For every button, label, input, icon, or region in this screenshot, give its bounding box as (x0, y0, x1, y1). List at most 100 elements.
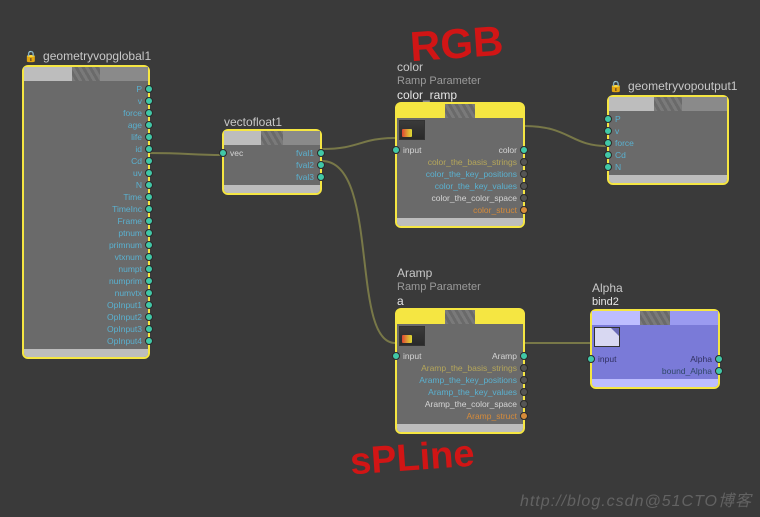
port-label: input (403, 351, 421, 361)
port-label: Aramp_struct (466, 411, 517, 421)
node-header[interactable] (397, 310, 523, 324)
port-out[interactable] (520, 400, 528, 408)
node-footer (24, 349, 148, 357)
watermark: http://blog.csdn@51CTO博客 (520, 487, 752, 511)
node-footer (609, 175, 727, 183)
node-footer (224, 185, 320, 193)
port-out[interactable] (145, 145, 153, 153)
port-out[interactable] (145, 121, 153, 129)
port-out[interactable] (520, 376, 528, 384)
port-out[interactable] (145, 85, 153, 93)
port-row: N (28, 179, 144, 191)
port-label: force (615, 138, 634, 148)
port-label: Cd (615, 150, 626, 160)
node-header[interactable] (397, 104, 523, 118)
port-out[interactable] (520, 412, 528, 420)
node-bind[interactable]: Alpha bind2 input Alpha bound_Alpha (590, 309, 720, 389)
node-vectofloat[interactable]: vectofloat1 vec fval1 fval2 fval3 (222, 129, 322, 195)
port-in[interactable] (604, 115, 612, 123)
node-aramp[interactable]: Aramp Ramp Parameter a input Aramp Aramp… (395, 308, 525, 434)
port-label: Frame (117, 216, 142, 226)
port-label: numvtx (115, 288, 142, 298)
port-label: Aramp_the_key_values (428, 387, 517, 397)
port-row: OpInput2 (28, 311, 144, 323)
port-out[interactable] (520, 206, 528, 214)
port-out[interactable] (317, 149, 325, 157)
port-out[interactable] (145, 169, 153, 177)
port-out[interactable] (145, 181, 153, 189)
port-in[interactable] (392, 352, 400, 360)
port-row: Frame (28, 215, 144, 227)
port-out[interactable] (520, 388, 528, 396)
port-out[interactable] (145, 289, 153, 297)
lock-icon: 🔒 (609, 81, 623, 93)
port-out[interactable] (520, 352, 528, 360)
node-header[interactable] (592, 311, 718, 325)
port-in[interactable] (604, 163, 612, 171)
port-row: OpInput3 (28, 323, 144, 335)
title-text: vectofloat1 (224, 115, 282, 129)
port-out[interactable] (145, 301, 153, 309)
port-out[interactable] (145, 337, 153, 345)
port-label: input (403, 145, 421, 155)
node-title: 🔒 geometryvopoutput1 (609, 79, 737, 94)
port-label: Alpha (690, 354, 712, 364)
port-out[interactable] (145, 277, 153, 285)
port-out[interactable] (145, 229, 153, 237)
port-out[interactable] (145, 241, 153, 249)
port-out[interactable] (520, 364, 528, 372)
port-row: fval2 (228, 159, 316, 171)
port-out[interactable] (520, 158, 528, 166)
node-geometryvopoutput[interactable]: 🔒 geometryvopoutput1 PvforceCdN (607, 95, 729, 185)
port-row: Aramp_the_key_positions (401, 374, 519, 386)
port-label: vec (230, 148, 243, 158)
port-in[interactable] (392, 146, 400, 154)
port-label: v (138, 96, 142, 106)
port-label: N (615, 162, 621, 172)
port-out[interactable] (317, 173, 325, 181)
port-out[interactable] (715, 355, 723, 363)
port-in[interactable] (604, 151, 612, 159)
port-out[interactable] (520, 170, 528, 178)
port-out[interactable] (145, 253, 153, 261)
port-out[interactable] (715, 367, 723, 375)
port-in[interactable] (604, 139, 612, 147)
port-row: v (28, 95, 144, 107)
port-in[interactable] (604, 127, 612, 135)
port-out[interactable] (145, 265, 153, 273)
port-row: bound_Alpha (596, 365, 714, 377)
port-label: bound_Alpha (662, 366, 712, 376)
node-header[interactable] (224, 131, 320, 145)
port-out[interactable] (145, 193, 153, 201)
node-geometryvopglobal[interactable]: 🔒 geometryvopglobal1 PvforceagelifeidCdu… (22, 65, 150, 359)
node-header[interactable] (24, 67, 148, 81)
port-out[interactable] (145, 205, 153, 213)
port-row: Time (28, 191, 144, 203)
node-color-ramp[interactable]: color Ramp Parameter color_ramp input co… (395, 102, 525, 228)
port-out[interactable] (145, 133, 153, 141)
port-row: vec fval1 (228, 147, 316, 159)
port-row: numprim (28, 275, 144, 287)
port-out[interactable] (145, 313, 153, 321)
port-row: color_the_color_space (401, 192, 519, 204)
port-row: primnum (28, 239, 144, 251)
node-header[interactable] (609, 97, 727, 111)
port-row: N (613, 161, 723, 173)
port-in[interactable] (587, 355, 595, 363)
port-out[interactable] (145, 109, 153, 117)
port-row: numvtx (28, 287, 144, 299)
port-out[interactable] (317, 161, 325, 169)
port-row: force (28, 107, 144, 119)
port-row: Cd (613, 149, 723, 161)
port-out[interactable] (145, 217, 153, 225)
port-row: color_the_basis_strings (401, 156, 519, 168)
node-title: color Ramp Parameter color_ramp (397, 60, 481, 102)
port-row: input color (401, 144, 519, 156)
port-out[interactable] (145, 157, 153, 165)
port-out[interactable] (145, 97, 153, 105)
port-out[interactable] (520, 182, 528, 190)
port-out[interactable] (520, 146, 528, 154)
port-out[interactable] (145, 325, 153, 333)
port-out[interactable] (520, 194, 528, 202)
port-in[interactable] (219, 149, 227, 157)
